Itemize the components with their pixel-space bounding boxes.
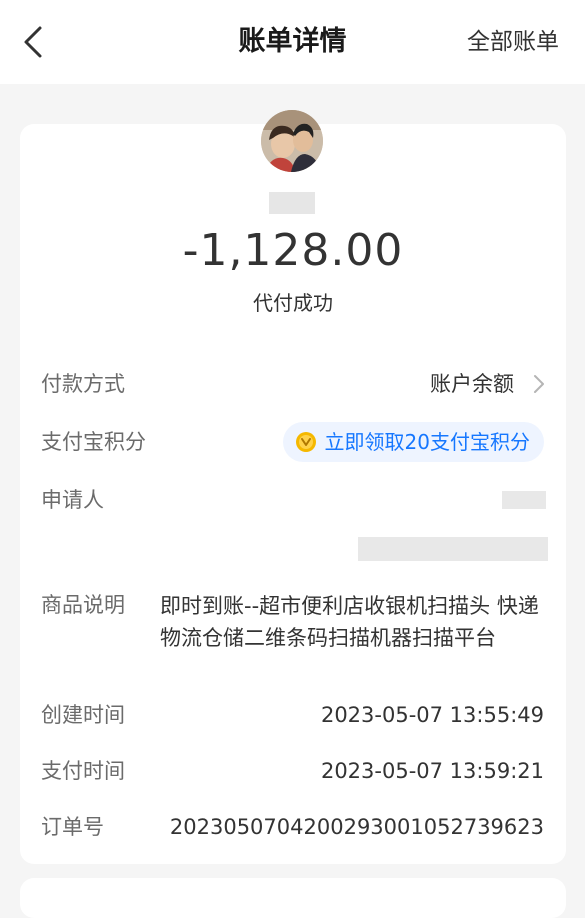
avatar	[261, 110, 323, 172]
all-bills-link[interactable]: 全部账单	[467, 26, 559, 58]
order-no-label: 订单号	[41, 815, 104, 839]
applicant-label: 申请人	[41, 488, 104, 512]
points-label: 支付宝积分	[41, 430, 146, 454]
paid-time-label: 支付时间	[41, 759, 125, 783]
created-time-label: 创建时间	[41, 703, 125, 727]
paid-time-value: 2023-05-07 13:59:21	[320, 759, 544, 783]
order-no-value[interactable]: 2023050704200293001052739623	[170, 812, 544, 842]
applicant-name-masked	[502, 491, 546, 509]
chevron-right-icon[interactable]	[532, 372, 546, 396]
created-time-value: 2023-05-07 13:55:49	[320, 703, 544, 727]
description-value: 即时到账--超市便利店收银机扫描头 快递物流仓储二维条码扫描机器扫描平台	[160, 594, 539, 650]
description-label: 商品说明	[41, 593, 125, 617]
avatar-photo	[261, 110, 323, 172]
payee-name-masked	[269, 192, 315, 214]
bill-status: 代付成功	[253, 291, 333, 315]
next-card	[20, 878, 566, 918]
app-header: 账单详情 全部账单	[0, 0, 585, 84]
claim-points-button[interactable]: 立即领取20支付宝积分	[282, 422, 544, 462]
claim-points-text: 立即领取20支付宝积分	[324, 430, 530, 454]
bill-detail-card: -1,128.00 代付成功 付款方式 账户余额 支付宝积分 立即领取20支付宝…	[20, 110, 566, 864]
payment-method-label: 付款方式	[41, 372, 125, 396]
applicant-account-masked	[358, 537, 548, 561]
coin-icon	[295, 432, 316, 452]
payment-method-value[interactable]: 账户余额	[430, 369, 514, 399]
bill-amount: -1,128.00	[182, 225, 404, 276]
